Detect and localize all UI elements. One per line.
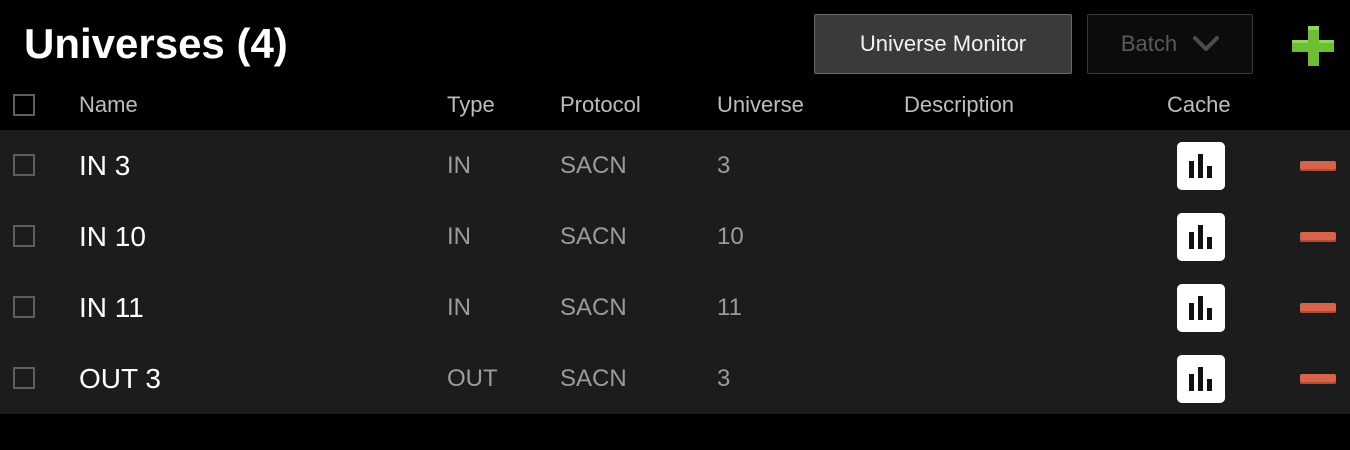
universe-number: 3	[717, 152, 731, 179]
universe-name: IN 3	[79, 150, 131, 181]
remove-universe-button[interactable]	[1300, 303, 1336, 313]
universe-type: OUT	[447, 365, 498, 392]
universe-number: 3	[717, 365, 731, 392]
universe-monitor-button[interactable]: Universe Monitor	[814, 14, 1072, 74]
column-header-name[interactable]: Name	[79, 92, 138, 118]
row-checkbox[interactable]	[13, 154, 35, 176]
table-row[interactable]: IN 3 IN SACN 3	[0, 130, 1350, 201]
column-header-type[interactable]: Type	[447, 92, 495, 118]
universes-page: Universes (4) Universe Monitor Batch Nam…	[0, 0, 1350, 450]
universe-table: IN 3 IN SACN 3 IN 10 IN SACN 10 IN 11 IN…	[0, 130, 1350, 414]
universe-type: IN	[447, 294, 471, 321]
universe-type: IN	[447, 223, 471, 250]
universe-monitor-label: Universe Monitor	[859, 31, 1027, 56]
row-checkbox[interactable]	[13, 367, 35, 389]
universe-protocol: SACN	[560, 223, 627, 250]
remove-universe-button[interactable]	[1300, 161, 1336, 171]
universe-name: IN 11	[79, 292, 144, 323]
column-header-description[interactable]: Description	[904, 92, 1014, 118]
batch-dropdown-button[interactable]: Batch	[1087, 14, 1253, 74]
remove-universe-button[interactable]	[1300, 232, 1336, 242]
batch-label: Batch	[1120, 31, 1178, 56]
universe-protocol: SACN	[560, 294, 627, 321]
column-header-cache: Cache	[1167, 92, 1231, 117]
universe-type: IN	[447, 152, 471, 179]
select-all-checkbox[interactable]	[13, 94, 35, 116]
universe-name: OUT 3	[79, 363, 161, 394]
row-checkbox[interactable]	[13, 296, 35, 318]
table-header: Name Type Protocol Universe Description …	[0, 88, 1350, 128]
table-row[interactable]: OUT 3 OUT SACN 3	[0, 343, 1350, 414]
column-header-protocol[interactable]: Protocol	[560, 92, 641, 118]
bar-chart-icon[interactable]	[1177, 284, 1225, 332]
bar-chart-icon[interactable]	[1177, 355, 1225, 403]
universe-number: 11	[717, 294, 742, 321]
chevron-down-icon	[1193, 36, 1220, 51]
table-row[interactable]: IN 11 IN SACN 11	[0, 272, 1350, 343]
page-title: Universes (4)	[24, 20, 288, 67]
universe-protocol: SACN	[560, 365, 627, 392]
column-header-universe[interactable]: Universe	[717, 92, 804, 118]
header-bar: Universes (4) Universe Monitor Batch	[0, 0, 1350, 88]
universe-number: 10	[717, 223, 744, 250]
universe-protocol: SACN	[560, 152, 627, 179]
table-row[interactable]: IN 10 IN SACN 10	[0, 201, 1350, 272]
bar-chart-icon[interactable]	[1177, 142, 1225, 190]
remove-universe-button[interactable]	[1300, 374, 1336, 384]
bar-chart-icon[interactable]	[1177, 213, 1225, 261]
row-checkbox[interactable]	[13, 225, 35, 247]
universe-name: IN 10	[79, 221, 146, 252]
plus-icon[interactable]	[1292, 26, 1334, 66]
